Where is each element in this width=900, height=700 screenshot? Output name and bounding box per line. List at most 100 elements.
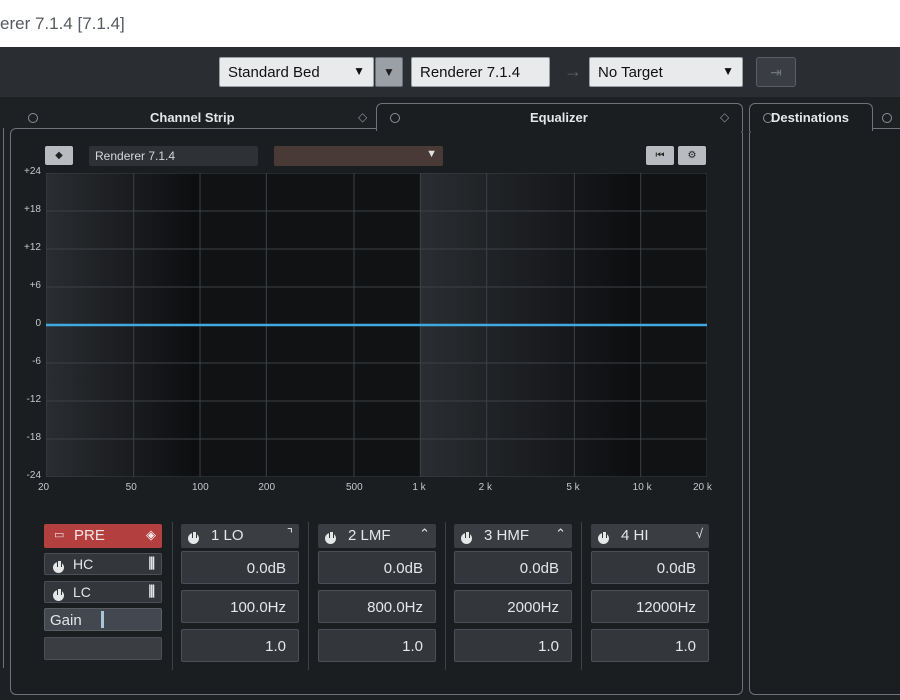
pre-label: PRE <box>74 527 105 544</box>
band-1-shape-icon[interactable]: ⌝ <box>287 526 293 542</box>
y-tick-label: +24 <box>24 166 41 177</box>
y-tick-label: +12 <box>24 242 41 253</box>
tab-channel-strip-link-icon[interactable]: ◇ <box>358 110 367 124</box>
y-tick-label: +18 <box>24 204 41 215</box>
connect-button[interactable]: ⇥ <box>756 57 796 87</box>
pre-toggle-icon: ▭ <box>54 529 65 541</box>
band-3-gain-value: 0.0dB <box>519 560 559 577</box>
band-1-gain[interactable]: 0.0dB <box>181 551 299 584</box>
window-title: erer 7.1.4 [7.1.4] <box>0 14 125 33</box>
divider <box>445 522 446 670</box>
band-2-gain-value: 0.0dB <box>383 560 423 577</box>
band-4-shape-icon[interactable]: √ <box>696 526 703 541</box>
eq-preset-name-text: Renderer 7.1.4 <box>95 149 176 163</box>
tab-equalizer-link-icon[interactable]: ◇ <box>720 110 729 124</box>
gain-slider-handle[interactable] <box>101 611 104 628</box>
y-tick-label: -24 <box>26 470 41 481</box>
eq-reset-button[interactable]: ⏮ <box>646 146 674 165</box>
band-3-power-icon[interactable] <box>461 529 472 546</box>
band-4-q[interactable]: 1.0 <box>591 629 709 662</box>
band-3-gain[interactable]: 0.0dB <box>454 551 572 584</box>
x-tick-label: 5 k <box>566 482 580 493</box>
hc-slope-icon[interactable]: ⫼ <box>149 555 155 572</box>
x-tick-label: 200 <box>258 482 276 493</box>
divider <box>308 522 309 670</box>
band-3-q[interactable]: 1.0 <box>454 629 572 662</box>
x-tick-label: 2 k <box>478 482 492 493</box>
band-4-gain[interactable]: 0.0dB <box>591 551 709 584</box>
band-1-freq-value: 100.0Hz <box>230 599 286 616</box>
hc-filter[interactable]: HC ⫼ <box>44 553 162 575</box>
band-1-power-icon[interactable] <box>188 529 199 546</box>
x-tick-label: 10 k <box>632 482 652 493</box>
tab-channel-strip[interactable]: Channel Strip <box>150 110 235 125</box>
title-bar: erer 7.1.4 [7.1.4] <box>0 0 900 47</box>
target-select-value: No Target <box>598 64 663 81</box>
renderer-field[interactable]: Renderer 7.1.4 <box>411 57 550 87</box>
lc-filter[interactable]: LC ⫼ <box>44 581 162 603</box>
band-4-header[interactable]: 4 HI √ <box>591 524 709 548</box>
y-tick-label: -12 <box>26 394 41 405</box>
band-2-freq[interactable]: 800.0Hz <box>318 590 436 623</box>
eq-settings-button[interactable]: ⚙ <box>678 146 706 165</box>
hc-power-icon[interactable] <box>53 558 64 574</box>
band-2-shape-icon[interactable]: ⌃ <box>419 526 430 542</box>
arrow-right-icon: → <box>564 61 582 81</box>
band-4-power-icon[interactable] <box>598 529 609 546</box>
gear-icon: ⚙ <box>687 150 697 161</box>
tab-channel-strip-dot-icon[interactable] <box>28 113 38 123</box>
band-3-freq-value: 2000Hz <box>507 599 559 616</box>
lc-slope-icon[interactable]: ⫼ <box>149 583 155 600</box>
band-2-gain[interactable]: 0.0dB <box>318 551 436 584</box>
band-1-gain-value: 0.0dB <box>246 560 286 577</box>
band-2-q[interactable]: 1.0 <box>318 629 436 662</box>
toolbar: Standard Bed ▼ ▼ Renderer 7.1.4 → No Tar… <box>0 47 900 97</box>
bed-menu-button[interactable]: ▼ <box>375 57 403 87</box>
eq-bypass-button[interactable]: ◆ <box>45 146 73 165</box>
target-select[interactable]: No Target ▼ <box>589 57 743 87</box>
eq-preset-name[interactable]: Renderer 7.1.4 <box>89 146 258 166</box>
divider <box>172 522 173 670</box>
band-2-header[interactable]: 2 LMF ⌃ <box>318 524 436 548</box>
pre-button[interactable]: ▭ PRE ◈ <box>44 524 162 548</box>
band-2-label: 2 LMF <box>348 527 391 544</box>
y-tick-label: -6 <box>32 356 41 367</box>
empty-slot <box>44 637 162 660</box>
skip-back-icon: ⏮ <box>655 150 665 161</box>
band-3-q-value: 1.0 <box>538 638 559 655</box>
band-1-header[interactable]: 1 LO ⌝ <box>181 524 299 548</box>
x-tick-label: 500 <box>346 482 363 493</box>
band-2-power-icon[interactable] <box>325 529 336 546</box>
band-1-freq[interactable]: 100.0Hz <box>181 590 299 623</box>
tab-destinations[interactable]: Destinations <box>771 110 849 125</box>
hc-label: HC <box>73 556 94 572</box>
chevron-down-icon: ▼ <box>353 64 365 78</box>
tab-equalizer[interactable]: Equalizer <box>530 110 588 125</box>
bed-select[interactable]: Standard Bed ▼ <box>219 57 374 87</box>
band-4-gain-value: 0.0dB <box>656 560 696 577</box>
band-3-shape-icon[interactable]: ⌃ <box>555 526 566 542</box>
band-4-freq[interactable]: 12000Hz <box>591 590 709 623</box>
band-3-header[interactable]: 3 HMF ⌃ <box>454 524 572 548</box>
band-4-freq-value: 12000Hz <box>635 599 696 616</box>
band-3-freq[interactable]: 2000Hz <box>454 590 572 623</box>
y-tick-label: +6 <box>29 280 41 291</box>
y-tick-label: 0 <box>35 318 41 329</box>
gain-slider[interactable]: Gain <box>44 608 162 631</box>
eq-curve-display[interactable] <box>46 173 707 477</box>
chevron-down-icon: ▼ <box>383 65 395 79</box>
band-1-q[interactable]: 1.0 <box>181 629 299 662</box>
lc-power-icon[interactable] <box>53 586 64 602</box>
tab-next-dot-icon[interactable] <box>882 113 892 123</box>
chevron-down-icon: ▼ <box>722 64 734 78</box>
destinations-panel <box>749 128 900 695</box>
tab-equalizer-dot-icon[interactable] <box>390 113 400 123</box>
eq-preset-select[interactable]: ▼ <box>274 146 443 166</box>
export-icon: ⇥ <box>770 64 782 80</box>
band-4-q-value: 1.0 <box>675 638 696 655</box>
chevron-down-icon: ▼ <box>426 148 437 160</box>
x-tick-label: 100 <box>192 482 209 493</box>
channel-strip-edge <box>0 128 4 668</box>
band-1-q-value: 1.0 <box>265 638 286 655</box>
diamond-arrows-icon: ◆ <box>55 150 63 161</box>
